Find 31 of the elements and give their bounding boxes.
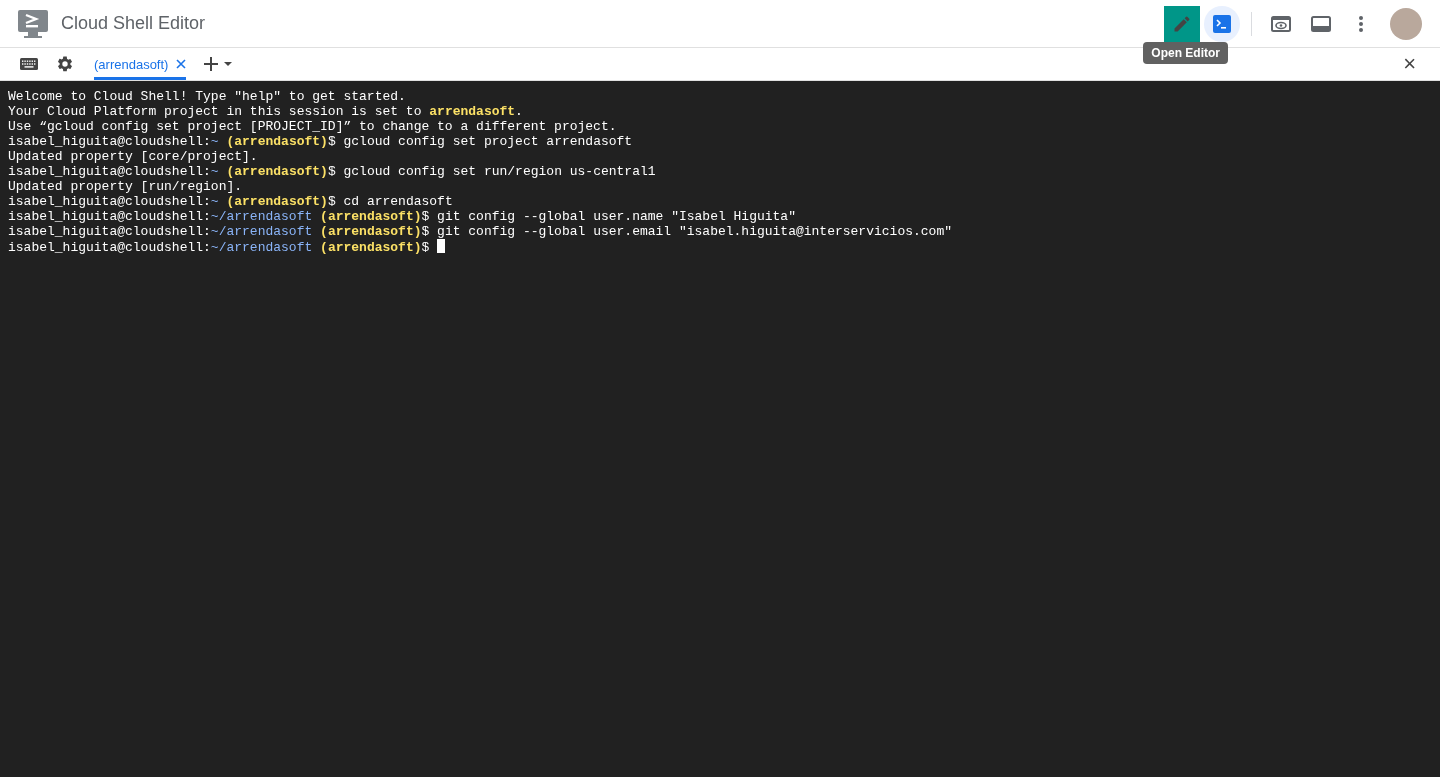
panel-icon <box>1311 15 1331 32</box>
terminal-line: isabel_higuita@cloudshell:~ (arrendasoft)$ gcloud config set run/region us-central1 <box>8 164 657 179</box>
keyboard-icon <box>20 58 38 70</box>
session-tab[interactable]: (arrendasoft) <box>94 48 187 80</box>
terminal-line: Updated property [core/project]. <box>8 149 259 164</box>
terminal-line: isabel_higuita@cloudshell:~ (arrendasoft)$ gcloud config set project arrendasoft <box>8 134 634 149</box>
eye-window-icon <box>1271 15 1291 32</box>
keyboard-button[interactable] <box>20 58 38 70</box>
terminal-line: Use “gcloud config set project [PROJECT_ID]” to change to a different project. <box>8 119 618 134</box>
terminal-line: isabel_higuita@cloudshell:~ (arrendasoft)$ cd arrendasoft <box>8 194 454 209</box>
more-icon <box>1359 15 1363 32</box>
plus-icon <box>204 57 219 71</box>
settings-icon <box>56 55 74 73</box>
terminal-line: Updated property [run/region]. <box>8 179 244 194</box>
open-editor-button[interactable] <box>1164 5 1200 42</box>
app-title: Cloud Shell Editor <box>61 13 207 34</box>
terminal-icon <box>1213 14 1231 33</box>
settings-button[interactable] <box>56 55 74 73</box>
terminal-line: Welcome to Cloud Shell! Type "help" to get started. <box>8 89 407 104</box>
pencil-icon <box>1172 13 1192 34</box>
terminal-line: isabel_higuita@cloudshell:~/arrendasoft (arrendasoft)$ git config --global user.name "Isabel Higuita" <box>8 209 797 224</box>
cloud-shell-logo <box>18 8 48 39</box>
tooltip: Open Editor <box>1143 42 1228 64</box>
terminal-line: isabel_higuita@cloudshell:~/arrendasoft (arrendasoft)$ git config --global user.email "isabel.higuita@interservicios.com" <box>8 224 953 239</box>
terminal-line: Your Cloud Platform project in this session is set to arrendasoft. <box>8 104 524 119</box>
close-button[interactable]: × <box>1403 51 1416 77</box>
terminal-line: isabel_higuita@cloudshell:~/arrendasoft (arrendasoft)$ <box>8 239 1432 254</box>
terminal-button[interactable] <box>1204 5 1240 42</box>
close-icon <box>176 59 187 69</box>
caret-icon <box>224 62 233 66</box>
new-tab-button[interactable] <box>204 57 233 71</box>
